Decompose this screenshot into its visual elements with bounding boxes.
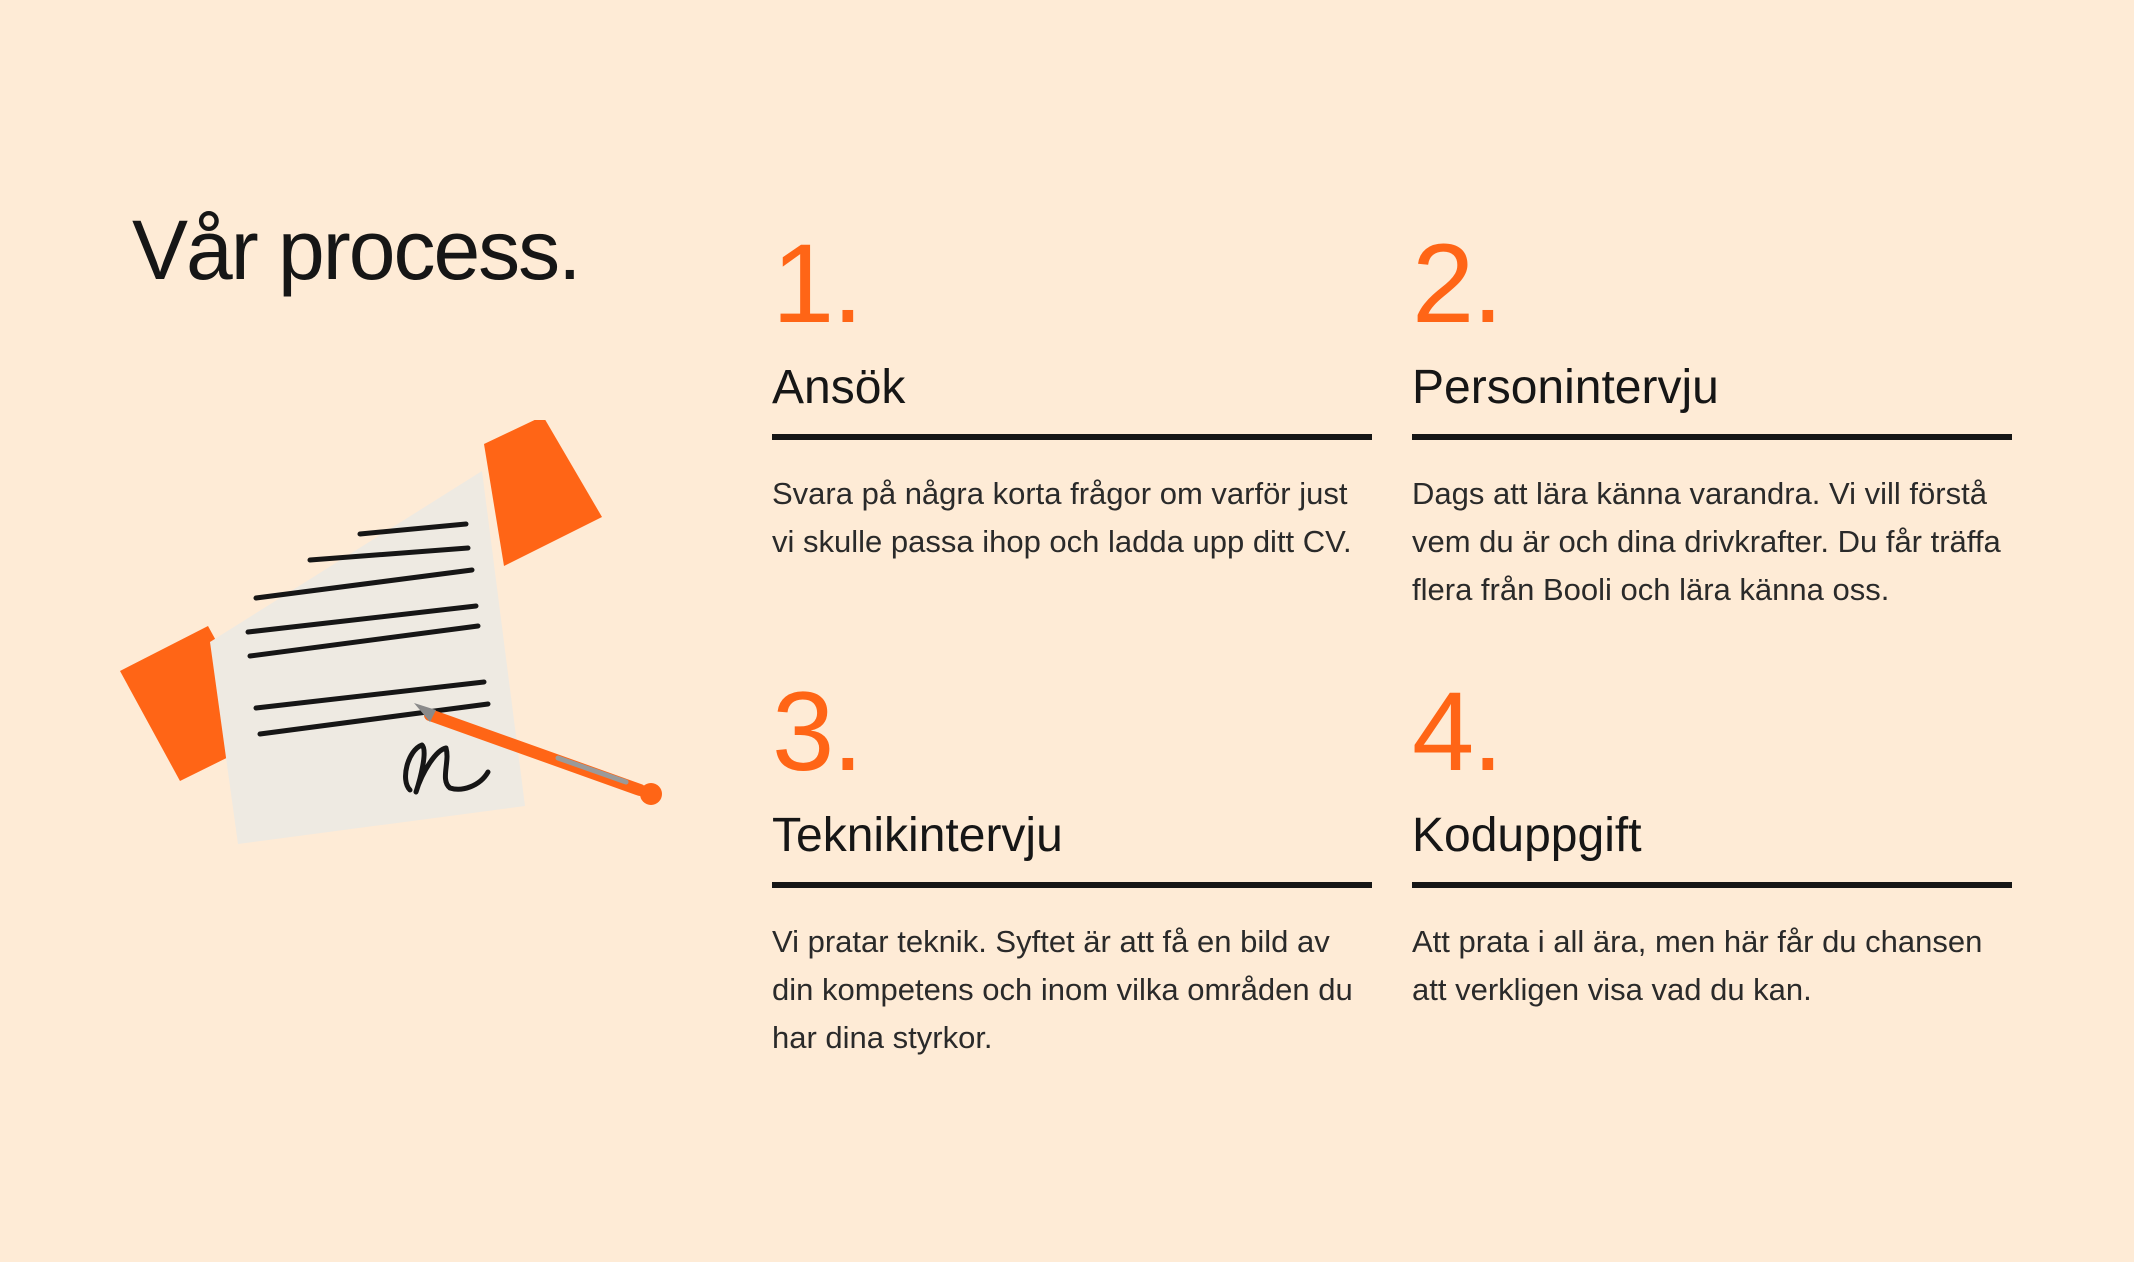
process-step-3: 3. Teknikintervju Vi pratar teknik. Syft…	[772, 676, 1372, 1062]
signed-document-illustration	[120, 420, 662, 844]
process-step-1: 1. Ansök Svara på några korta frågor om …	[772, 228, 1372, 566]
step-number: 1.	[772, 221, 863, 346]
page-title: Vår process.	[132, 203, 582, 297]
step-description: Dags att lära känna varandra. Vi vill fö…	[1412, 476, 2001, 607]
step-number: 4.	[1412, 669, 1503, 794]
step-title: Personintervju	[1412, 364, 2012, 440]
step-title: Koduppgift	[1412, 812, 2012, 888]
process-step-2: 2. Personintervju Dags att lära känna va…	[1412, 228, 2012, 614]
step-description: Att prata i all ära, men här får du chan…	[1412, 924, 1983, 1007]
tape-right-icon	[484, 420, 602, 566]
step-description: Svara på några korta frågor om varför ju…	[772, 476, 1352, 559]
step-title: Teknikintervju	[772, 812, 1372, 888]
step-number: 3.	[772, 669, 863, 794]
step-number: 2.	[1412, 221, 1503, 346]
step-title: Ansök	[772, 364, 1372, 440]
step-description: Vi pratar teknik. Syftet är att få en bi…	[772, 924, 1353, 1055]
process-step-4: 4. Koduppgift Att prata i all ära, men h…	[1412, 676, 2012, 1014]
